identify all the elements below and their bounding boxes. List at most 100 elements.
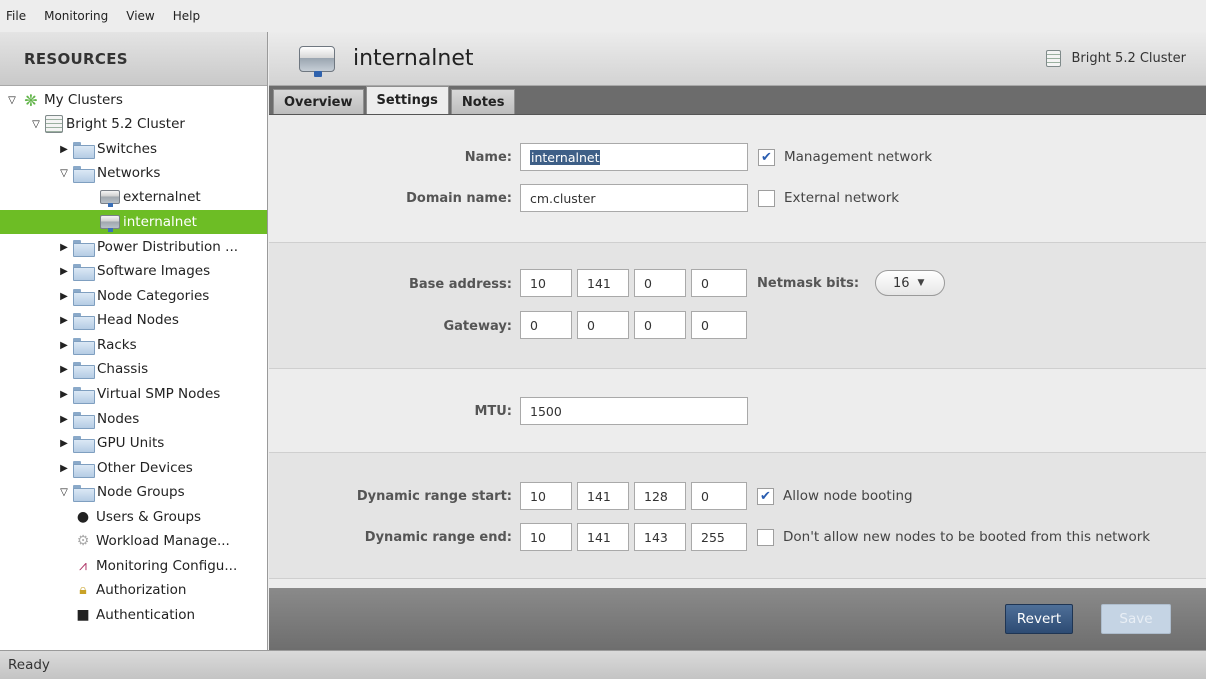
mtu-label: MTU: [474, 404, 512, 419]
tree-item-label: Authorization [96, 582, 187, 598]
tree-item-gpu-units[interactable]: ▶ GPU Units [0, 431, 267, 455]
collapse-arrow-icon[interactable]: ▽ [6, 94, 18, 106]
netmask-label: Netmask bits: [757, 276, 860, 291]
revert-button[interactable]: Revert [1005, 604, 1073, 634]
domain-input[interactable]: cm.cluster [520, 184, 748, 212]
external-network-label: External network [784, 190, 900, 206]
dyn-start-octet-4[interactable]: 0 [691, 482, 747, 510]
dont-allow-booting-checkbox[interactable] [757, 529, 774, 546]
cluster-breadcrumb[interactable]: Bright 5.2 Cluster [1046, 50, 1186, 67]
menu-file[interactable]: File [6, 9, 26, 23]
tree-item-label: Chassis [97, 361, 149, 377]
name-value: internalnet [530, 149, 601, 165]
tree-item-workload-management[interactable]: ⚙ Workload Manage... [0, 529, 267, 553]
dyn-end-octet-2[interactable]: 141 [577, 523, 629, 551]
tree-item-node-categories[interactable]: ▶ Node Categories [0, 284, 267, 308]
tree-item-node-groups[interactable]: ▽ Node Groups [0, 480, 267, 504]
collapse-arrow-icon[interactable]: ▽ [58, 486, 70, 498]
menu-bar: File Monitoring View Help [0, 0, 1206, 32]
tree-item-switches[interactable]: ▶ Switches [0, 137, 267, 161]
tree-item-label: Node Groups [97, 484, 185, 500]
folder-icon [73, 165, 95, 183]
address-section: Base address: 10 141 0 0 Netmask bits: 1… [269, 243, 1206, 369]
external-network-checkbox[interactable] [758, 190, 775, 207]
expand-arrow-icon[interactable]: ▶ [58, 314, 70, 326]
tree-item-externalnet[interactable]: externalnet [0, 185, 267, 209]
gateway-octet-1[interactable]: 0 [520, 311, 572, 339]
name-input[interactable]: internalnet [520, 143, 748, 171]
tree-item-my-clusters[interactable]: ▽ ❋ My Clusters [0, 88, 267, 112]
expand-arrow-icon[interactable]: ▶ [58, 388, 70, 400]
dyn-end-octet-4[interactable]: 255 [691, 523, 747, 551]
folder-icon [73, 141, 95, 159]
expand-arrow-icon[interactable]: ▶ [58, 363, 70, 375]
tree-item-label: Nodes [97, 411, 140, 427]
gateway-octet-4[interactable]: 0 [691, 311, 747, 339]
tree-item-bright-cluster[interactable]: ▽ Bright 5.2 Cluster [0, 112, 267, 136]
tree-item-virtual-smp-nodes[interactable]: ▶ Virtual SMP Nodes [0, 382, 267, 406]
gateway-octet-3[interactable]: 0 [634, 311, 686, 339]
tree-item-other-devices[interactable]: ▶ Other Devices [0, 456, 267, 480]
folder-icon [73, 361, 95, 379]
base-address-octet-1[interactable]: 10 [520, 269, 572, 297]
dyn-end-octet-3[interactable]: 143 [634, 523, 686, 551]
tree-item-authorization[interactable]: 🔒︎ Authorization [0, 578, 267, 602]
collapse-arrow-icon[interactable]: ▽ [58, 167, 70, 179]
tree-item-label: Users & Groups [96, 509, 202, 525]
tree-item-authentication[interactable]: ■ Authentication [0, 603, 267, 627]
tab-notes[interactable]: Notes [450, 89, 516, 114]
tree-item-chassis[interactable]: ▶ Chassis [0, 357, 267, 381]
dyn-start-octet-2[interactable]: 141 [577, 482, 629, 510]
expand-arrow-icon[interactable]: ▶ [58, 413, 70, 425]
expand-arrow-icon[interactable]: ▶ [58, 290, 70, 302]
tree-item-internalnet[interactable]: internalnet [0, 210, 267, 234]
base-address-octet-3[interactable]: 0 [634, 269, 686, 297]
tree-item-racks[interactable]: ▶ Racks [0, 333, 267, 357]
tree-item-nodes[interactable]: ▶ Nodes [0, 407, 267, 431]
tab-bar: Overview Settings Notes [269, 86, 1206, 115]
netmask-select[interactable]: 16 ▼ [875, 270, 945, 296]
tab-settings[interactable]: Settings [365, 86, 449, 114]
lock-icon: 🔒︎ [79, 582, 87, 598]
mtu-section: MTU: 1500 [269, 369, 1206, 453]
folder-icon [73, 337, 95, 355]
expand-arrow-icon[interactable]: ▶ [58, 265, 70, 277]
tree-item-software-images[interactable]: ▶ Software Images [0, 259, 267, 283]
menu-view[interactable]: View [126, 9, 154, 23]
expand-arrow-icon[interactable]: ▶ [58, 462, 70, 474]
expand-arrow-icon[interactable]: ▶ [58, 241, 70, 253]
menu-help[interactable]: Help [173, 9, 200, 23]
management-network-checkbox[interactable]: ✔ [758, 149, 775, 166]
dyn-start-octet-3[interactable]: 128 [634, 482, 686, 510]
expand-arrow-icon[interactable]: ▶ [58, 143, 70, 155]
tree-item-networks[interactable]: ▽ Networks [0, 161, 267, 185]
base-address-octet-2[interactable]: 141 [577, 269, 629, 297]
management-network-label: Management network [784, 149, 933, 165]
chevron-down-icon: ▼ [917, 278, 925, 288]
collapse-arrow-icon[interactable]: ▽ [30, 118, 42, 130]
dyn-start-octet-1[interactable]: 10 [520, 482, 572, 510]
base-address-octet-4[interactable]: 0 [691, 269, 747, 297]
menu-monitoring[interactable]: Monitoring [44, 9, 108, 23]
folder-icon [73, 239, 95, 257]
expand-arrow-icon[interactable]: ▶ [58, 437, 70, 449]
allow-node-booting-checkbox[interactable]: ✔ [757, 488, 774, 505]
tree-item-monitoring-configuration[interactable]: ⩘ Monitoring Configu... [0, 554, 267, 578]
tree-item-power-distribution[interactable]: ▶ Power Distribution ... [0, 235, 267, 259]
tree-item-users-groups[interactable]: ● Users & Groups [0, 505, 267, 529]
dyn-end-octet-1[interactable]: 10 [520, 523, 572, 551]
gateway-octet-2[interactable]: 0 [577, 311, 629, 339]
tab-overview[interactable]: Overview [273, 89, 364, 114]
allow-node-booting-label: Allow node booting [783, 488, 913, 504]
page-title: internalnet [353, 46, 474, 71]
folder-icon [73, 484, 95, 502]
tree-item-head-nodes[interactable]: ▶ Head Nodes [0, 308, 267, 332]
tree-item-label: Monitoring Configu... [96, 558, 238, 574]
tree-item-label: externalnet [123, 189, 201, 205]
dynamic-range-start-label: Dynamic range start: [356, 489, 512, 504]
folder-icon [73, 312, 95, 330]
save-button[interactable]: Save [1101, 604, 1171, 634]
mtu-input[interactable]: 1500 [520, 397, 748, 425]
dynamic-range-end-label: Dynamic range end: [364, 530, 512, 545]
expand-arrow-icon[interactable]: ▶ [58, 339, 70, 351]
